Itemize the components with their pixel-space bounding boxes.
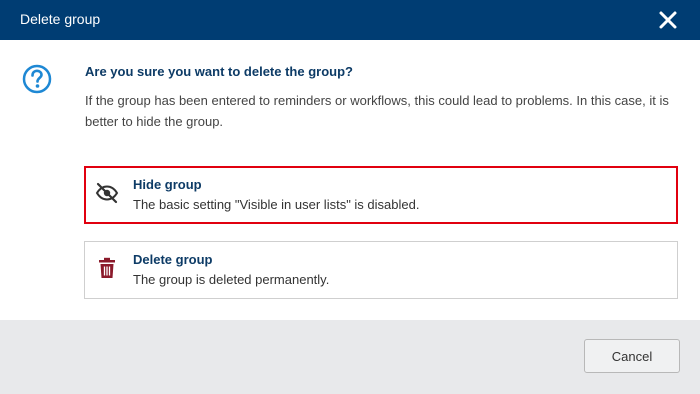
- confirm-question: Are you sure you want to delete the grou…: [85, 64, 353, 79]
- dialog-header: Delete group: [0, 0, 700, 40]
- delete-group-option[interactable]: Delete group The group is deleted perman…: [84, 241, 678, 299]
- eye-slash-icon: [95, 181, 119, 205]
- close-icon[interactable]: [658, 10, 678, 30]
- delete-group-text: The group is deleted permanently.: [133, 272, 330, 287]
- cancel-button[interactable]: Cancel: [584, 339, 680, 373]
- hide-group-title: Hide group: [133, 177, 202, 192]
- hide-group-text: The basic setting "Visible in user lists…: [133, 197, 420, 212]
- delete-group-title: Delete group: [133, 252, 213, 267]
- dialog-title: Delete group: [20, 11, 101, 27]
- hide-group-option[interactable]: Hide group The basic setting "Visible in…: [84, 166, 678, 224]
- confirm-description: If the group has been entered to reminde…: [85, 93, 669, 129]
- trash-icon: [95, 256, 119, 280]
- delete-group-dialog: Delete group Are you sure you want to de…: [0, 0, 700, 394]
- question-icon: [22, 64, 52, 94]
